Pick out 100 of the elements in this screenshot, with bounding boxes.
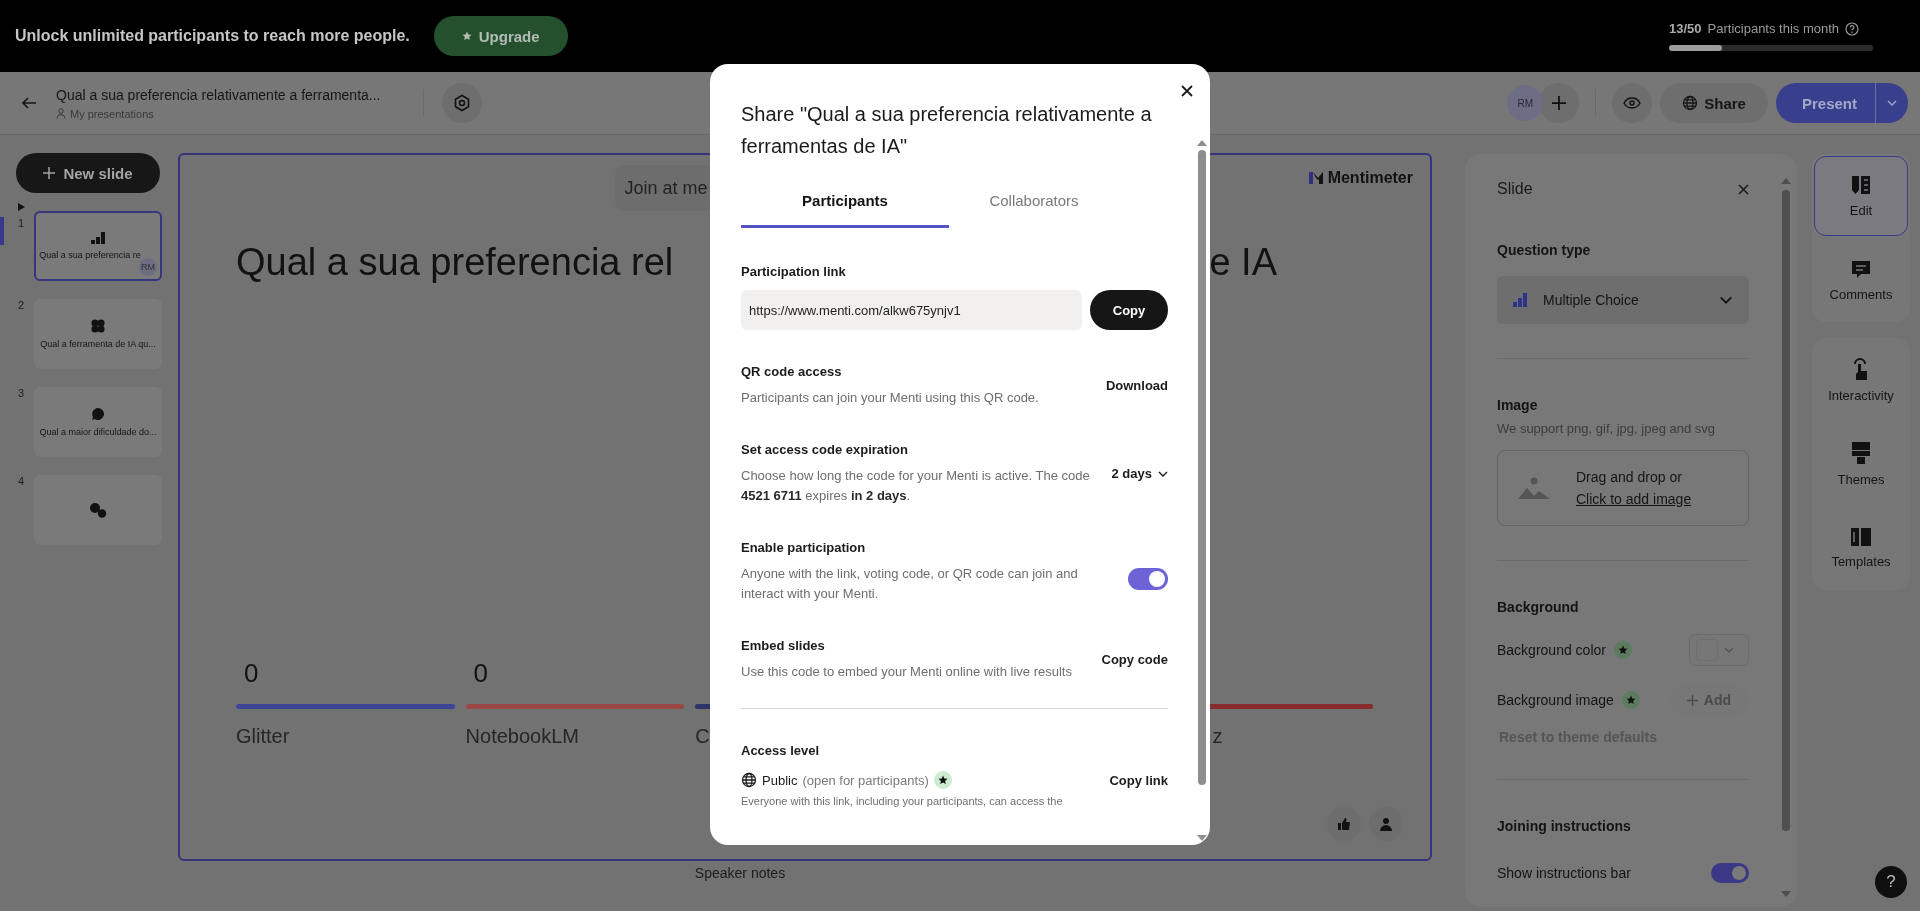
slide-number: 4 (17, 475, 25, 487)
drop-text: Drag and drop or (1576, 469, 1683, 485)
section-description: Everyone with this link, including your participants, can access the (741, 795, 1064, 807)
action-button[interactable]: Download (1105, 378, 1168, 393)
action-button[interactable]: Copy code (1101, 652, 1168, 667)
new-slide-button[interactable]: New slide (16, 153, 160, 193)
audience-button[interactable] (1369, 807, 1403, 841)
slide-caption: Qual a maior dificuldade do... (39, 427, 157, 437)
dialog-tab[interactable]: Participants (741, 176, 949, 228)
tool-tab[interactable]: Comments (1814, 240, 1908, 320)
dialog-title: Share "Qual a sua preferencia relativamente a ferramentas de IA" (741, 102, 1153, 159)
close-icon[interactable] (1738, 183, 1749, 195)
scroll-up-arrow-icon[interactable] (1197, 140, 1207, 146)
setting-label: Background color (1497, 642, 1606, 658)
reactions-button[interactable] (1327, 807, 1361, 841)
toggle-switch[interactable] (1128, 568, 1168, 590)
person-icon (1379, 817, 1393, 831)
slide-caption: Qual a sua preferencia re (39, 250, 141, 260)
star-icon (461, 31, 472, 41)
section-description: Participants can join your Menti using this QR code. (741, 389, 1040, 407)
section-heading: Joining instructions (1497, 818, 1632, 834)
section-heading: Image (1497, 397, 1539, 413)
selection-indicator (0, 217, 4, 245)
chevron-down-icon (1158, 470, 1168, 477)
access-level-name: Public (762, 772, 798, 788)
slide-thumbnail[interactable]: Qual a sua preferencia re RM (34, 211, 162, 281)
section-heading: Enable participation (741, 540, 867, 556)
chevron-down-icon (1887, 100, 1897, 106)
preview-button[interactable] (1612, 83, 1653, 123)
expiration-dropdown[interactable]: 2 days (1111, 466, 1168, 481)
image-icon (1518, 477, 1550, 499)
panel-title: Slide (1497, 180, 1533, 198)
plus-icon (1552, 96, 1567, 110)
person-icon (56, 108, 66, 119)
help-icon[interactable] (1845, 21, 1860, 36)
image-drop-zone[interactable]: Drag and drop or Click to add image (1497, 450, 1749, 526)
copy-link-button[interactable]: Copy link (1109, 773, 1168, 788)
access-level-note: (open for participants) (802, 772, 929, 788)
copy-button[interactable]: Copy (1090, 290, 1168, 330)
presentation-title[interactable]: Qual a sua preferencia relativamente a ferramenta... (56, 86, 381, 103)
chat-bubbles-icon (89, 502, 107, 518)
toggle-switch[interactable] (1711, 863, 1749, 883)
section-heading: Set access code expiration (741, 442, 909, 458)
breadcrumb-link[interactable]: My presentations (70, 107, 154, 120)
help-button[interactable]: ? (1875, 866, 1907, 898)
present-button[interactable]: Present (1775, 83, 1876, 123)
option-label: Glitter (236, 725, 290, 747)
section-heading: Participation link (741, 264, 846, 279)
upgrade-button[interactable]: Upgrade (433, 16, 568, 56)
color-picker[interactable] (1689, 634, 1749, 666)
globe-icon (1682, 95, 1699, 111)
layout-icon (1851, 527, 1871, 546)
user-badge: RM (139, 258, 157, 276)
bar-chart-icon (1513, 293, 1529, 307)
tool-tab[interactable]: Interactivity (1814, 340, 1908, 420)
section-description: Use this code to embed your Menti online with live results (741, 663, 1073, 681)
tool-tab[interactable]: Themes (1814, 424, 1908, 504)
eye-icon (1623, 97, 1642, 109)
thumbs-up-icon (1337, 817, 1351, 831)
tool-tab[interactable]: Edit (1814, 156, 1908, 236)
logo-icon (1308, 171, 1323, 185)
slide-thumbnail[interactable] (34, 475, 162, 545)
paint-roller-icon (1852, 441, 1870, 464)
section-heading: Embed slides (741, 638, 826, 654)
section-heading: Background (1497, 599, 1580, 615)
question-type-dropdown[interactable]: Multiple Choice (1497, 276, 1749, 324)
plus-icon (43, 167, 56, 179)
scrollbar-thumb[interactable] (1198, 150, 1206, 785)
comment-icon (1851, 258, 1871, 279)
slide-title: Qual a sua preferencia rel (236, 241, 674, 284)
option-count: 0 (244, 658, 259, 688)
chevron-down-icon (1719, 296, 1733, 304)
settings-button[interactable] (441, 83, 482, 123)
plus-icon (1686, 694, 1698, 706)
option-label: NotebookLM (465, 725, 579, 747)
tool-tab[interactable]: Templates (1814, 508, 1908, 588)
participant-count: 13/50 (1669, 21, 1702, 36)
slide-number: 2 (17, 299, 25, 311)
speaker-notes-label[interactable]: Speaker notes (694, 865, 786, 881)
slide-number: 3 (17, 387, 25, 399)
scrollbar-thumb[interactable] (1782, 190, 1790, 831)
scroll-down-arrow-icon[interactable] (1197, 835, 1207, 841)
link-field[interactable]: https://www.menti.com/alkw675ynjv1 (741, 290, 1082, 330)
star-icon (1625, 695, 1636, 705)
option-label: z (1212, 725, 1223, 747)
add-image-link[interactable]: Click to add image (1576, 491, 1692, 507)
share-button[interactable]: Share (1660, 83, 1768, 123)
section-description: Anyone with the link, voting code, or QR code can join and interact with your Menti. (741, 565, 1079, 603)
slide-title-end: e IA (1209, 241, 1277, 284)
star-icon (1617, 645, 1628, 655)
setting-label: Background image (1497, 692, 1614, 708)
slide-number: 1 (17, 217, 25, 229)
star-icon (937, 775, 948, 785)
slide-thumbnail[interactable]: Qual a ferramenta de IA qu... (34, 299, 162, 369)
play-icon[interactable] (17, 203, 25, 211)
chevron-down-icon (1724, 647, 1734, 653)
settings-icon (452, 94, 471, 112)
add-collaborator-button[interactable] (1539, 83, 1580, 123)
slide-thumbnail[interactable]: Qual a maior dificuldade do... (34, 387, 162, 457)
section-description: Choose how long the code for your Menti is active. The code 4521 6711 expires in 2 days. (741, 467, 1091, 505)
